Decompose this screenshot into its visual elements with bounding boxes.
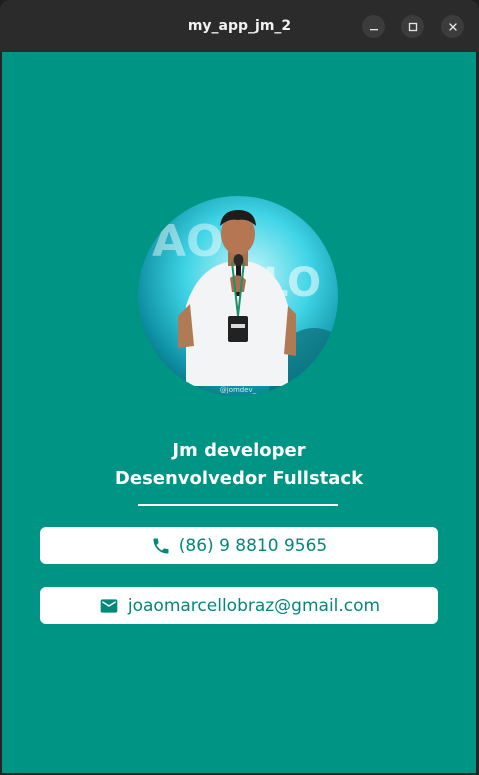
phone-card[interactable]: (86) 9 8810 9565: [40, 527, 438, 564]
profile-role: Desenvolvedor Fullstack: [114, 468, 364, 489]
minimize-button[interactable]: [362, 15, 385, 38]
profile-screen: AO LO @jomdev_ Jm developer Desenvolvedo…: [2, 52, 476, 773]
maximize-button[interactable]: [401, 15, 424, 38]
svg-text:AO: AO: [152, 216, 223, 267]
minimize-icon: [369, 28, 378, 30]
email-address: joaomarcellobraz@gmail.com: [127, 595, 381, 616]
divider: [138, 504, 338, 506]
phone-icon: [151, 536, 171, 556]
avatar: AO LO @jomdev_: [138, 196, 338, 396]
close-icon: [448, 22, 457, 31]
title-bar[interactable]: my_app_jm_2: [0, 0, 479, 52]
close-button[interactable]: [441, 15, 464, 38]
app-window: my_app_jm_2 AO LO @jomdev_ Jm developer …: [0, 0, 479, 775]
profile-photo: AO LO @jomdev_: [138, 196, 338, 396]
maximize-icon: [408, 22, 417, 31]
window-title: my_app_jm_2: [187, 18, 292, 34]
phone-number: (86) 9 8810 9565: [178, 535, 328, 556]
profile-name: Jm developer: [172, 440, 306, 461]
svg-text:@jomdev_: @jomdev_: [220, 386, 257, 394]
email-icon: [98, 596, 120, 616]
email-card[interactable]: joaomarcellobraz@gmail.com: [40, 587, 438, 624]
